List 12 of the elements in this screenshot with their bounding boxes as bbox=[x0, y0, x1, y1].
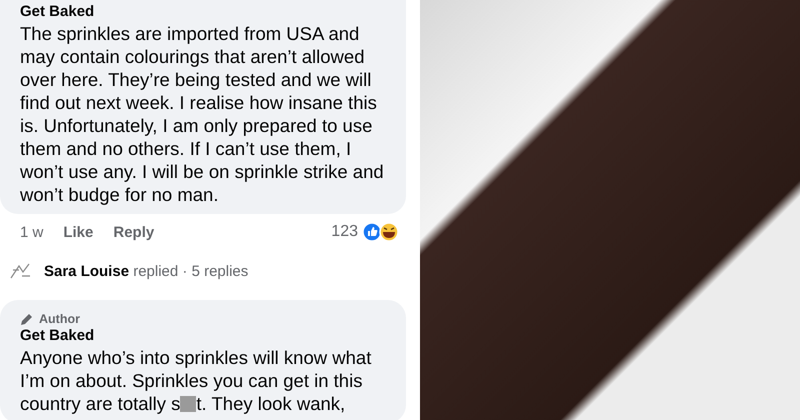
reaction-count[interactable]: 123 bbox=[331, 223, 358, 241]
replies-link[interactable]: Sara Louise replied · 5 replies bbox=[44, 262, 248, 280]
author-label: Author bbox=[39, 312, 80, 326]
comment-text: The sprinkles are imported from USA and may contain colourings that aren’t allowed over here. They’re being tested and we will find out next week. I realise how insane this is. Unfortunately, I am only prepared to use them and no others. If I can’t use them, I won’t use any. I will be on sprinkle strike and won’t budge for no man. bbox=[20, 22, 385, 206]
pencil-icon bbox=[20, 312, 34, 326]
comment-author[interactable]: Get Baked bbox=[20, 326, 94, 346]
comment-author[interactable]: Get Baked bbox=[20, 2, 94, 22]
reaction-icons[interactable] bbox=[362, 222, 400, 242]
comment-action-link[interactable]: Like bbox=[63, 224, 94, 240]
comment-action-link[interactable]: Reply bbox=[113, 224, 154, 240]
comment-time: 1 w bbox=[20, 224, 44, 240]
comment-text: Anyone who’s into sprinkles will know what I’m on about. Sprinkles you can get in this country are totally s t. They look wank, bbox=[20, 346, 372, 415]
